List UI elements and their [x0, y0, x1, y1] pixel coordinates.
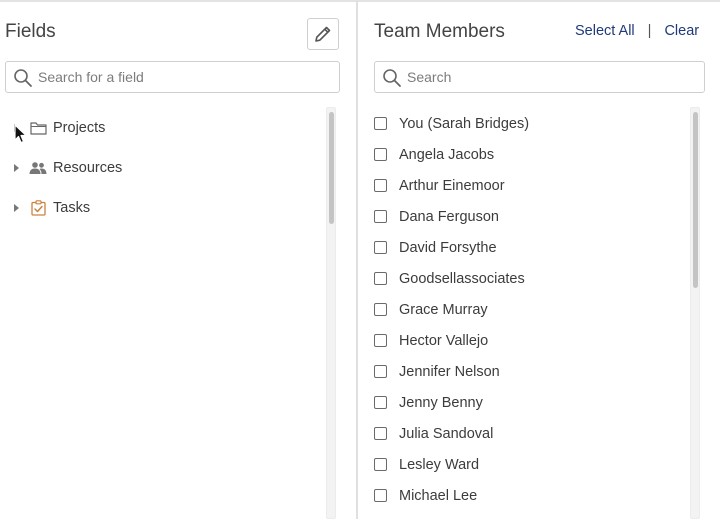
member-search-box — [374, 61, 705, 93]
fields-scrollbar-thumb[interactable] — [329, 112, 334, 224]
member-checkbox[interactable] — [374, 241, 387, 254]
member-checkbox[interactable] — [374, 179, 387, 192]
tree-item-projects[interactable]: Projects — [10, 108, 320, 148]
list-item[interactable]: Dana Ferguson — [374, 201, 684, 232]
member-name: Lesley Ward — [399, 456, 480, 473]
tree-item-resources[interactable]: Resources — [10, 148, 320, 188]
list-item[interactable]: Goodsellassociates — [374, 263, 684, 294]
member-name: Goodsellassociates — [399, 270, 525, 287]
list-item[interactable]: Michael Lee — [374, 480, 684, 511]
members-scrollbar[interactable] — [690, 107, 700, 519]
field-search-box — [5, 61, 340, 93]
member-name: Grace Murray — [399, 301, 488, 318]
list-item[interactable]: Hector Vallejo — [374, 325, 684, 356]
member-checkbox[interactable] — [374, 117, 387, 130]
member-checkbox[interactable] — [374, 489, 387, 502]
member-name: Michael Lee — [399, 487, 478, 504]
member-name: Jenny Benny — [399, 394, 483, 411]
list-item[interactable]: Jenny Benny — [374, 387, 684, 418]
list-item[interactable]: Grace Murray — [374, 294, 684, 325]
member-checkbox[interactable] — [374, 458, 387, 471]
member-checkbox[interactable] — [374, 427, 387, 440]
edit-fields-button[interactable] — [307, 18, 339, 50]
field-tree: Projects Resources Tasks — [10, 108, 320, 228]
field-search-input[interactable] — [38, 65, 328, 89]
members-scrollbar-thumb[interactable] — [693, 112, 698, 288]
member-checkbox[interactable] — [374, 396, 387, 409]
member-name: Jennifer Nelson — [399, 363, 500, 380]
team-members-title: Team Members — [374, 21, 505, 42]
list-item[interactable]: Angela Jacobs — [374, 139, 684, 170]
caret-right-icon[interactable] — [10, 162, 22, 174]
search-icon — [383, 69, 401, 87]
member-name: You (Sarah Bridges) — [399, 115, 530, 132]
list-item[interactable]: Lesley Ward — [374, 449, 684, 480]
search-icon — [14, 69, 32, 87]
fields-scrollbar[interactable] — [326, 107, 336, 519]
member-name: David Forsythe — [399, 239, 497, 256]
member-search-input[interactable] — [407, 65, 687, 89]
member-checkbox[interactable] — [374, 210, 387, 223]
tree-item-label: Resources — [53, 160, 123, 176]
select-all-link[interactable]: Select All — [575, 23, 635, 39]
fields-panel-title: Fields — [5, 21, 56, 42]
list-item[interactable]: Arthur Einemoor — [374, 170, 684, 201]
member-checkbox[interactable] — [374, 365, 387, 378]
tree-item-tasks[interactable]: Tasks — [10, 188, 320, 228]
list-item[interactable]: David Forsythe — [374, 232, 684, 263]
people-icon — [29, 159, 47, 177]
list-item[interactable]: Jennifer Nelson — [374, 356, 684, 387]
task-checklist-icon — [29, 199, 47, 217]
list-item[interactable]: You (Sarah Bridges) — [374, 108, 684, 139]
member-checkbox[interactable] — [374, 303, 387, 316]
member-name: Angela Jacobs — [399, 146, 495, 163]
member-name: Julia Sandoval — [399, 425, 494, 442]
action-separator: | — [647, 23, 652, 39]
tree-item-label: Projects — [53, 120, 106, 136]
fields-panel: Fields Projects — [0, 0, 356, 519]
list-item[interactable]: Julia Sandoval — [374, 418, 684, 449]
tree-item-label: Tasks — [53, 200, 91, 216]
member-name: Dana Ferguson — [399, 208, 499, 225]
folder-icon — [29, 119, 47, 137]
mouse-cursor-icon — [14, 124, 27, 144]
member-name: Arthur Einemoor — [399, 177, 505, 194]
team-header-actions: Select All | Clear — [575, 23, 699, 39]
caret-right-icon[interactable] — [10, 202, 22, 214]
member-name: Hector Vallejo — [399, 332, 489, 349]
member-checkbox[interactable] — [374, 272, 387, 285]
member-checkbox[interactable] — [374, 148, 387, 161]
pencil-icon — [315, 26, 331, 42]
member-checkbox[interactable] — [374, 334, 387, 347]
team-members-panel: Team Members Select All | Clear You (Sar… — [358, 0, 720, 519]
team-member-list: You (Sarah Bridges) Angela Jacobs Arthur… — [374, 108, 684, 511]
clear-link[interactable]: Clear — [664, 23, 699, 39]
